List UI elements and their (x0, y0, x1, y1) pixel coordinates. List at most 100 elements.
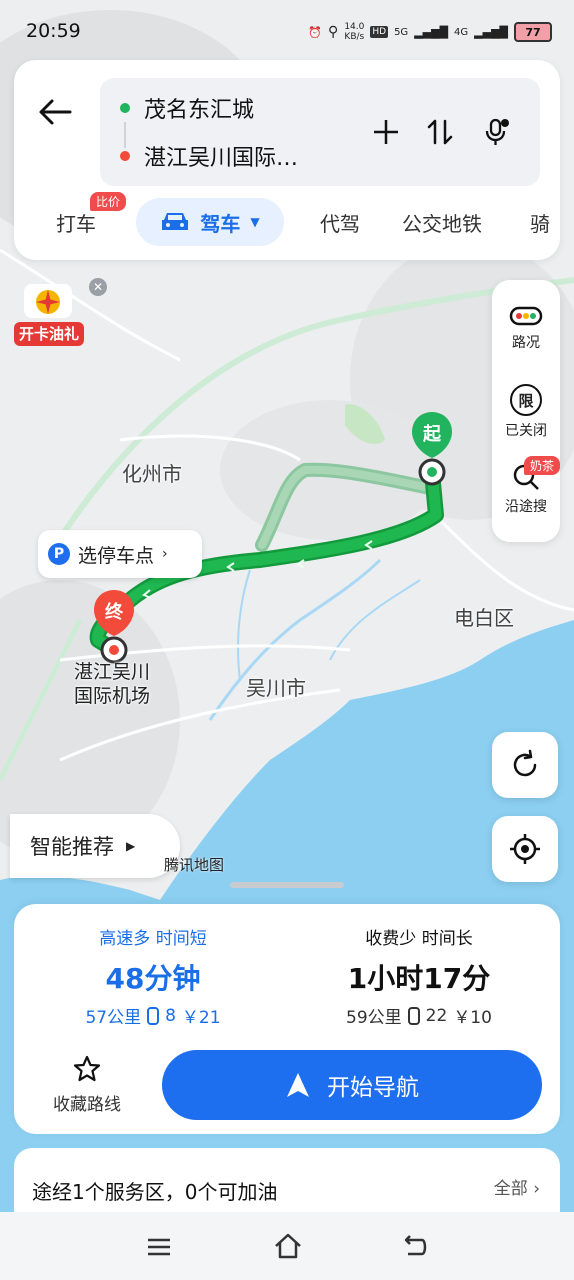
locate-me-button[interactable] (492, 816, 558, 882)
route-option-1[interactable]: 高速多 时间短 48分钟 57公里 8 ￥21 (28, 924, 278, 1028)
route-option-tag: 高速多 时间短 (99, 929, 207, 949)
star-icon (73, 1055, 101, 1082)
traffic-label: 路况 (512, 335, 540, 351)
swap-icon (427, 119, 453, 145)
start-navigation-button[interactable]: 开始导航 (162, 1050, 542, 1120)
airport-label-line2: 国际机场 (74, 685, 151, 707)
net-speed-value: 14.0 (344, 22, 365, 32)
fuel-promo[interactable]: 开卡油礼 (14, 284, 84, 348)
net-speed: 14.0 KB/s (344, 22, 364, 42)
route-option-meta: 59公里 22 ￥10 (294, 1003, 544, 1029)
end-marker: 终 (105, 602, 123, 623)
system-nav-bar (0, 1212, 574, 1280)
route-option-distance: 59公里 (346, 1008, 402, 1028)
tab-chauffeur-label: 代驾 (320, 212, 360, 236)
status-bar: 20:59 ⏰ ⚲ 14.0 KB/s HD 5G ▂▄▆█ 4G ▂▄▆█ 7… (0, 0, 574, 62)
smart-recommend-label: 智能推荐 (30, 835, 114, 859)
tab-drive[interactable]: 驾车 ▼ (136, 198, 284, 246)
map-label-huazhou: 化州市 (122, 462, 182, 486)
close-promo-button[interactable]: ✕ (89, 278, 107, 296)
destination-field[interactable]: 湛江吴川国际… (120, 140, 298, 172)
car-icon (162, 213, 189, 230)
map-tools-panel: 路况 限 已关闭 沿途搜 奶茶 (492, 280, 560, 542)
favorite-route-button[interactable]: 收藏路线 (42, 1054, 132, 1115)
map-label-dianbai: 电白区 (454, 606, 514, 630)
signal-4g: 4G (454, 26, 469, 38)
battery-icon: 77 (514, 22, 552, 42)
promo-label: 开卡油礼 (14, 322, 84, 346)
map-label-airport: 湛江吴川 国际机场 (74, 660, 150, 708)
navigation-arrow-icon (287, 1073, 309, 1097)
parking-icon: P (48, 543, 70, 565)
route-option-meta: 57公里 8 ￥21 (28, 1003, 278, 1029)
back-button[interactable] (34, 90, 78, 134)
tab-transit-label: 公交地铁 (402, 212, 482, 236)
route-option-time: 1小时17分 (347, 962, 491, 995)
origin-field[interactable]: 茂名东汇城 (120, 92, 254, 124)
signal-bars-icon: ▂▄▆█ (414, 25, 449, 39)
along-route-search-label: 沿途搜 (505, 499, 547, 515)
chevron-right-icon: › (162, 546, 168, 562)
close-icon: ✕ (92, 280, 104, 294)
net-speed-unit: KB/s (344, 32, 365, 42)
favorite-route-label: 收藏路线 (53, 1095, 121, 1115)
swap-route-button[interactable] (422, 114, 458, 150)
back-nav-button[interactable] (400, 1232, 430, 1262)
route-option-distance: 57公里 (85, 1008, 142, 1028)
voice-input-button[interactable] (478, 114, 514, 150)
plus-icon (374, 120, 398, 144)
chevron-down-icon: ▼ (250, 215, 260, 229)
add-waypoint-button[interactable] (368, 114, 404, 150)
traffic-button[interactable]: 路况 (492, 304, 560, 352)
start-marker: 起 (423, 424, 441, 445)
home-button[interactable] (272, 1230, 304, 1262)
map-watermark: 腾讯地图 (164, 856, 225, 874)
traffic-light-count-icon (147, 1006, 160, 1025)
route-option-lights: 22 (425, 1005, 448, 1026)
destination-dot-icon (120, 151, 130, 161)
restriction-icon: 限 (510, 384, 542, 416)
tab-taxi-label: 打车 (56, 212, 96, 236)
transport-tabs: 打车 比价 驾车 ▼ 代驾 公交地铁 骑 (14, 192, 560, 252)
tab-transit[interactable]: 公交地铁 (402, 208, 482, 237)
menu-button[interactable] (144, 1232, 174, 1262)
route-option-2[interactable]: 收费少 时间长 1小时17分 59公里 22 ￥10 (294, 924, 544, 1028)
restriction-label: 已关闭 (505, 423, 547, 439)
parking-selector[interactable]: P 选停车点 › (38, 530, 202, 578)
status-icons: ⏰ ⚲ 14.0 KB/s HD 5G ▂▄▆█ 4G ▂▄▆█ 77 (308, 22, 552, 42)
tab-chauffeur[interactable]: 代驾 (320, 208, 360, 237)
service-more-link[interactable]: 全部 › (494, 1174, 540, 1199)
start-navigation-label: 开始导航 (327, 1075, 419, 1101)
crosshair-icon (510, 834, 540, 864)
route-card: 茂名东汇城 湛江吴川国际… 打车 比价 驾车 ▼ 代驾 公交地铁 骑 (14, 60, 560, 260)
destination-text: 湛江吴川国际… (144, 146, 299, 171)
back-arrow-icon (39, 99, 72, 125)
refresh-route-button[interactable] (492, 732, 558, 798)
compare-badge: 比价 (90, 192, 127, 211)
play-arrow-icon: ▶ (126, 839, 136, 853)
restriction-button[interactable]: 限 已关闭 (492, 384, 560, 440)
parking-label: 选停车点 (78, 544, 155, 567)
route-option-lights: 8 (165, 1005, 176, 1026)
tab-bike-label: 骑 (530, 212, 550, 236)
service-more-label: 全部 (493, 1179, 528, 1199)
map-label-wuchuan: 吴川市 (246, 676, 306, 700)
signal-bars-icon-2: ▂▄▆█ (474, 25, 508, 39)
tab-taxi[interactable]: 打车 (56, 208, 96, 237)
back-nav-icon (404, 1235, 427, 1256)
route-input-box: 茂名东汇城 湛江吴川国际… (100, 78, 540, 186)
status-time: 20:59 (26, 20, 81, 42)
home-icon (275, 1233, 301, 1259)
service-area-text: 途经1个服务区，0个可加油 (32, 1180, 278, 1204)
smart-recommend-button[interactable]: 智能推荐 ▶ (10, 814, 180, 878)
route-options-card: 高速多 时间短 48分钟 57公里 8 ￥21 收费少 时间长 1小时17分 5… (14, 904, 560, 1134)
milk-tea-badge: 奶茶 (524, 456, 560, 475)
traffic-light-count-icon (407, 1006, 420, 1025)
tab-drive-label: 驾车 (200, 211, 241, 236)
menu-icon (148, 1238, 170, 1256)
origin-dot-icon (120, 103, 130, 113)
route-option-time: 48分钟 (105, 962, 201, 995)
hd-icon: HD (370, 26, 389, 38)
tab-bike[interactable]: 骑 (530, 208, 560, 237)
origin-text: 茂名东汇城 (144, 98, 255, 123)
